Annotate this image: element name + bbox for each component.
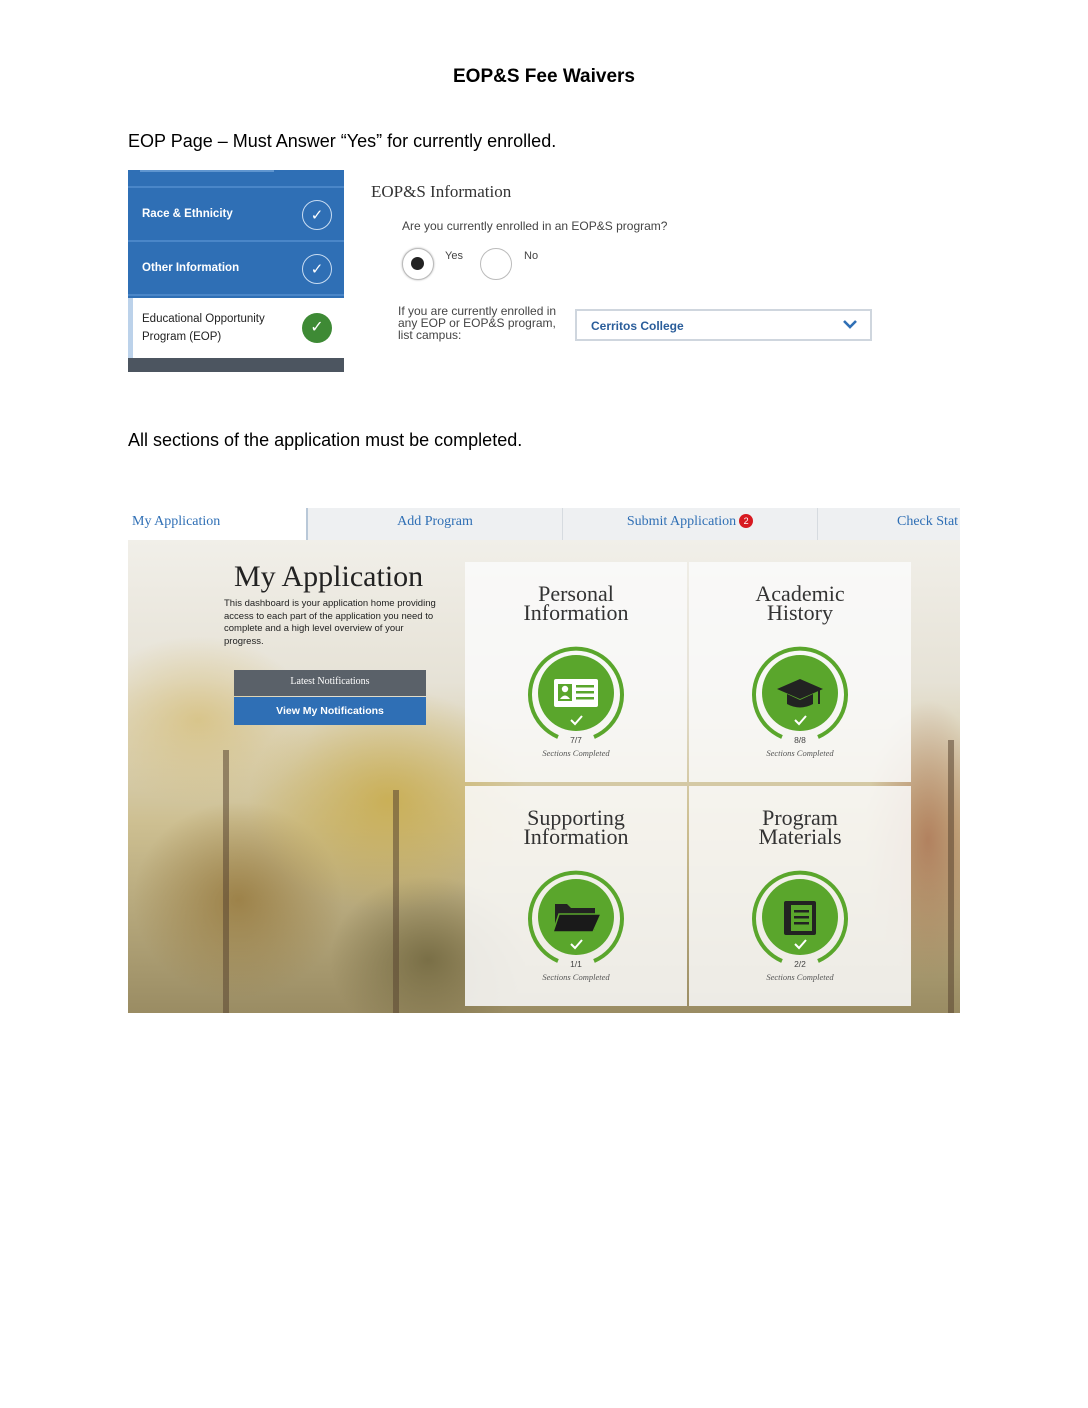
tree-trunk — [948, 740, 954, 1013]
sections-count: 8/8 — [794, 735, 806, 745]
card-title: Academic History — [755, 581, 845, 625]
tab-add-program[interactable]: Add Program — [308, 508, 563, 540]
chevron-down-icon — [843, 320, 857, 329]
campus-field-label: If you are currently enrolled in any EOP… — [398, 304, 557, 342]
sections-instruction-text: All sections of the application must be … — [128, 430, 523, 450]
tab-label: Submit Application — [626, 514, 737, 529]
card-title: Program Materials — [758, 805, 842, 849]
tab-label: My Application — [132, 514, 221, 529]
check-circle-filled-icon: ✓ — [302, 313, 332, 343]
tab-check-status[interactable]: Check Stat — [818, 508, 960, 540]
document-title: EOP&S Fee Waivers — [453, 66, 635, 87]
tree-trunk — [223, 750, 229, 1013]
card-academic-history[interactable]: Academic History 8/8 Sections Completed — [689, 562, 911, 782]
eop-question: Are you currently enrolled in an EOP&S p… — [402, 219, 668, 233]
folder-icon — [551, 904, 603, 933]
campus-background-photo: My Application This dashboard is your ap… — [128, 540, 960, 1013]
radio-yes[interactable] — [402, 248, 434, 280]
tree-trunk — [393, 790, 399, 1013]
sections-count: 7/7 — [570, 735, 582, 745]
check-circle-icon: ✓ — [302, 200, 332, 230]
radio-no-label: No — [524, 250, 539, 262]
card-title: Supporting Information — [523, 805, 629, 849]
sections-caption: Sections Completed — [766, 972, 834, 982]
check-circle-icon: ✓ — [302, 254, 332, 284]
sidebar-item-race-ethnicity[interactable]: Race & Ethnicity ✓ — [128, 188, 344, 242]
sidebar-item-label: Race & Ethnicity — [142, 208, 233, 220]
sections-caption: Sections Completed — [766, 748, 834, 758]
sections-count: 2/2 — [794, 959, 806, 969]
top-tab-bar: My Application Add Program Submit Applic… — [128, 508, 960, 540]
campus-select[interactable]: Cerritos College — [575, 309, 872, 341]
card-personal-information[interactable]: Personal Information 7/7 Sections Complet… — [465, 562, 687, 782]
dashboard-description: This dashboard is your application home … — [224, 598, 436, 647]
tab-label: Add Program — [397, 514, 473, 529]
progress-ring — [752, 646, 848, 739]
campus-select-value: Cerritos College — [591, 319, 684, 333]
sections-caption: Sections Completed — [542, 748, 610, 758]
progress-ring — [752, 870, 848, 963]
tab-submit-application[interactable]: Submit Application 2 — [563, 508, 818, 540]
sidebar-item-previous[interactable] — [128, 170, 344, 188]
card-supporting-information[interactable]: Supporting Information 1/1 Sections Compl… — [465, 786, 687, 1006]
sidebar-item-label: Other Information — [142, 262, 240, 274]
section-heading: EOP&S Information — [371, 182, 512, 201]
card-program-materials[interactable]: Program Materials 2/2 Sections Completed — [689, 786, 911, 1006]
progress-ring — [528, 646, 624, 739]
eop-page-screenshot: Race & Ethnicity ✓ Other Information ✓ E… — [128, 170, 888, 374]
radio-no[interactable] — [480, 248, 512, 280]
view-notifications-button[interactable]: View My Notifications — [234, 697, 426, 725]
latest-notifications-header: Latest Notifications — [234, 670, 426, 696]
sections-caption: Sections Completed — [542, 972, 610, 982]
sidebar-item-eop[interactable]: Educational Opportunity Program (EOP) ✓ — [128, 298, 344, 358]
sidebar-item-other-information[interactable]: Other Information ✓ — [128, 242, 344, 296]
eop-instruction-text: EOP Page – Must Answer “Yes” for current… — [128, 131, 557, 151]
notification-badge: 2 — [739, 514, 754, 528]
application-sidebar: Race & Ethnicity ✓ Other Information ✓ E… — [128, 170, 344, 372]
radio-yes-label: Yes — [445, 250, 463, 262]
id-card-icon — [554, 679, 598, 707]
progress-ring — [528, 870, 624, 963]
tab-label: Check Stat — [897, 514, 959, 529]
card-title: Personal Information — [523, 581, 629, 625]
tab-my-application[interactable]: My Application — [128, 508, 308, 540]
sections-count: 1/1 — [570, 959, 582, 969]
my-application-screenshot: My Application Add Program Submit Applic… — [128, 508, 960, 1013]
page-title: My Application — [234, 560, 424, 593]
sidebar-footer — [128, 358, 344, 372]
book-icon — [784, 901, 816, 935]
